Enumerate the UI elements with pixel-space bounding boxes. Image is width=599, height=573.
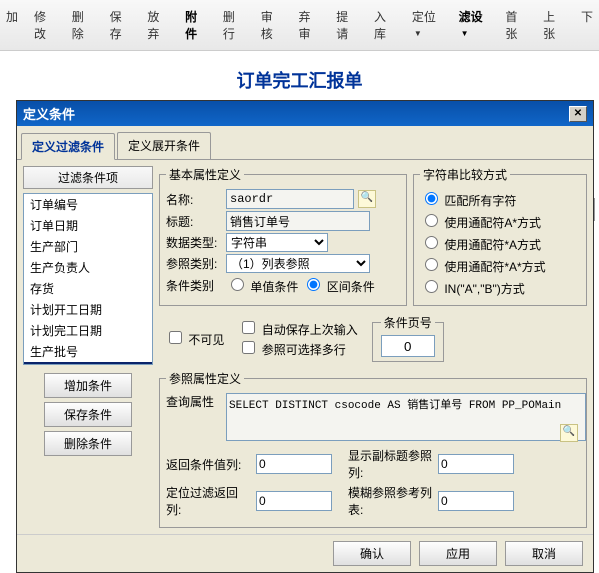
btn-保存条件[interactable]: 保存条件 xyxy=(44,402,132,427)
single-cond-radio[interactable]: 单值条件 xyxy=(226,275,298,295)
list-item[interactable]: 计划完工日期 xyxy=(24,320,152,341)
compare-opt-4[interactable]: IN("A","B")方式 xyxy=(420,277,580,297)
footer-确认[interactable]: 确认 xyxy=(333,541,411,566)
subcol-input[interactable] xyxy=(438,454,514,474)
list-item[interactable]: 生产负责人 xyxy=(24,257,152,278)
retcol-input[interactable] xyxy=(256,454,332,474)
invisible-check[interactable]: 不可见 xyxy=(165,328,224,348)
compare-opt-3[interactable]: 使用通配符*A*方式 xyxy=(420,255,580,275)
toolbar-审核[interactable]: 审核 xyxy=(255,8,289,42)
multiline-check[interactable]: 参照可选择多行 xyxy=(238,343,345,357)
ref-attrs-group: 参照属性定义 查询属性 🔍 返回条件值列: 显示副标题参照列: 定位过滤返回列:… xyxy=(159,370,587,528)
page-title: 订单完工汇报单 xyxy=(0,51,599,101)
list-item[interactable]: 计划开工日期 xyxy=(24,299,152,320)
tab-bar: 定义过滤条件定义展开条件 xyxy=(17,128,593,159)
toolbar-修改[interactable]: 修改 xyxy=(28,8,62,42)
toolbar-下[interactable]: 下 xyxy=(575,8,599,42)
toolbar-保存[interactable]: 保存 xyxy=(104,8,138,42)
list-header: 过滤条件项 xyxy=(23,166,153,189)
toolbar-加[interactable]: 加 xyxy=(0,8,24,42)
toolbar-滤设[interactable]: 滤设▼ xyxy=(453,8,496,42)
search-icon[interactable]: 🔍 xyxy=(358,190,376,208)
list-item[interactable]: 生产批号 xyxy=(24,341,152,362)
list-item[interactable]: 生产部门 xyxy=(24,236,152,257)
btn-增加条件[interactable]: 增加条件 xyxy=(44,373,132,398)
dialog-title-text: 定义条件 xyxy=(23,104,75,123)
list-item[interactable]: 存货 xyxy=(24,278,152,299)
sql-textarea[interactable] xyxy=(226,393,586,441)
list-item[interactable]: 销售订单号 xyxy=(24,362,152,365)
define-condition-dialog: 定义条件 ✕ 定义过滤条件定义展开条件 过滤条件项 订单编号订单日期生产部门生产… xyxy=(16,100,594,573)
toolbar-弃审[interactable]: 弃审 xyxy=(292,8,326,42)
filter-item-list[interactable]: 订单编号订单日期生产部门生产负责人存货计划开工日期计划完工日期生产批号销售订单号 xyxy=(23,193,153,365)
dialog-titlebar: 定义条件 ✕ xyxy=(17,101,593,126)
btn-删除条件[interactable]: 删除条件 xyxy=(44,431,132,456)
main-toolbar: 加修改删除保存放弃附件删行审核弃审提请入库定位▼滤设▼首张上张下 xyxy=(0,0,599,51)
compare-group: 字符串比较方式 匹配所有字符 使用通配符A*方式 使用通配符*A方式 使用通配符… xyxy=(413,166,587,306)
toolbar-删行[interactable]: 删行 xyxy=(217,8,251,42)
toolbar-提请[interactable]: 提请 xyxy=(330,8,364,42)
footer-应用[interactable]: 应用 xyxy=(419,541,497,566)
compare-opt-0[interactable]: 匹配所有字符 xyxy=(420,189,580,209)
list-item[interactable]: 订单编号 xyxy=(24,194,152,215)
compare-opt-2[interactable]: 使用通配符*A方式 xyxy=(420,233,580,253)
left-buttons: 增加条件保存条件删除条件 xyxy=(23,369,153,460)
toolbar-定位[interactable]: 定位▼ xyxy=(406,8,449,42)
autosave-check[interactable]: 自动保存上次输入 xyxy=(238,323,357,337)
title-input[interactable] xyxy=(226,211,370,231)
search-icon[interactable]: 🔍 xyxy=(560,424,578,442)
datatype-select[interactable]: 字符串 xyxy=(226,233,328,252)
toolbar-入库[interactable]: 入库 xyxy=(368,8,402,42)
list-item[interactable]: 订单日期 xyxy=(24,215,152,236)
toolbar-附件[interactable]: 附件 xyxy=(179,8,213,42)
name-input[interactable] xyxy=(226,189,354,209)
page-no-input[interactable] xyxy=(381,335,435,357)
toolbar-上张[interactable]: 上张 xyxy=(537,8,571,42)
dialog-footer: 确认应用取消 xyxy=(17,534,593,572)
compare-options: 匹配所有字符 使用通配符A*方式 使用通配符*A方式 使用通配符*A*方式 IN… xyxy=(420,189,580,297)
compare-opt-1[interactable]: 使用通配符A*方式 xyxy=(420,211,580,231)
tab-0[interactable]: 定义过滤条件 xyxy=(21,133,115,160)
tab-1[interactable]: 定义展开条件 xyxy=(117,132,211,159)
reftype-select[interactable]: （1）列表参照 xyxy=(226,254,370,273)
toolbar-放弃[interactable]: 放弃 xyxy=(141,8,175,42)
close-icon[interactable]: ✕ xyxy=(569,106,587,122)
fuzzy-input[interactable] xyxy=(438,491,514,511)
range-cond-radio[interactable]: 区间条件 xyxy=(302,275,374,295)
footer-取消[interactable]: 取消 xyxy=(505,541,583,566)
retrow-input[interactable] xyxy=(256,491,332,511)
basic-attrs-group: 基本属性定义 名称:🔍 标题: 数据类型:字符串 参照类别:（1）列表参照 条件… xyxy=(159,166,407,306)
toolbar-首张[interactable]: 首张 xyxy=(499,8,533,42)
toolbar-删除[interactable]: 删除 xyxy=(66,8,100,42)
